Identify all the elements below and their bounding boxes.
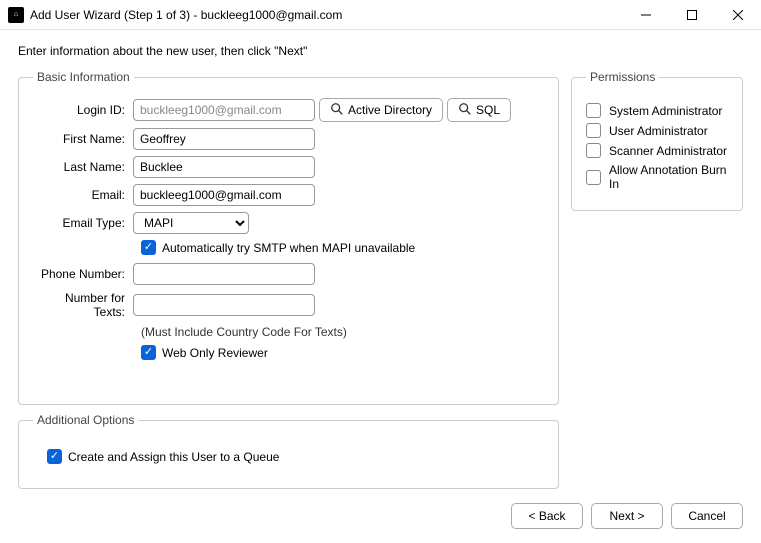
emailtype-select[interactable]: MAPI — [133, 212, 249, 234]
texts-hint: (Must Include Country Code For Texts) — [141, 325, 544, 339]
ad-button-label: Active Directory — [348, 103, 432, 117]
window-title: Add User Wizard (Step 1 of 3) - buckleeg… — [30, 8, 623, 22]
email-label: Email: — [33, 188, 133, 202]
perm-label: Scanner Administrator — [609, 144, 727, 158]
additional-legend: Additional Options — [33, 413, 138, 427]
firstname-label: First Name: — [33, 132, 133, 146]
emailtype-row: Email Type: MAPI — [33, 212, 544, 234]
minimize-button[interactable] — [623, 0, 669, 30]
lastname-input[interactable] — [133, 156, 315, 178]
perm-label: System Administrator — [609, 104, 722, 118]
footer-buttons: < Back Next > Cancel — [18, 489, 743, 529]
panels: Basic Information Login ID: Active Direc… — [18, 70, 743, 489]
close-button[interactable] — [715, 0, 761, 30]
permissions-legend: Permissions — [586, 70, 659, 84]
perm-row-useradmin[interactable]: User Administrator — [586, 123, 728, 138]
login-label: Login ID: — [33, 103, 133, 117]
texts-label: Number for Texts: — [33, 291, 133, 319]
texts-row: Number for Texts: — [33, 291, 544, 319]
smtp-check-label: Automatically try SMTP when MAPI unavail… — [162, 241, 415, 255]
permissions-group: Permissions System Administrator User Ad… — [571, 70, 743, 211]
perm-row-scanneradmin[interactable]: Scanner Administrator — [586, 143, 728, 158]
lastname-label: Last Name: — [33, 160, 133, 174]
instructions-text: Enter information about the new user, th… — [18, 44, 743, 58]
smtp-check-row[interactable]: ✓ Automatically try SMTP when MAPI unava… — [141, 240, 544, 255]
search-icon — [458, 102, 472, 119]
phone-input[interactable] — [133, 263, 315, 285]
firstname-input[interactable] — [133, 128, 315, 150]
left-column: Basic Information Login ID: Active Direc… — [18, 70, 559, 489]
phone-row: Phone Number: — [33, 263, 544, 285]
perm-check-sysadmin[interactable] — [586, 103, 601, 118]
cancel-button[interactable]: Cancel — [671, 503, 743, 529]
perm-row-annotationburn[interactable]: Allow Annotation Burn In — [586, 163, 728, 191]
next-button[interactable]: Next > — [591, 503, 663, 529]
perm-check-useradmin[interactable] — [586, 123, 601, 138]
email-row: Email: — [33, 184, 544, 206]
perm-label: Allow Annotation Burn In — [609, 163, 728, 191]
content-area: Enter information about the new user, th… — [0, 30, 761, 543]
webonly-check-row[interactable]: ✓ Web Only Reviewer — [141, 345, 544, 360]
basic-information-group: Basic Information Login ID: Active Direc… — [18, 70, 559, 405]
queue-check-label: Create and Assign this User to a Queue — [68, 450, 279, 464]
email-input[interactable] — [133, 184, 315, 206]
queue-checkbox[interactable]: ✓ — [47, 449, 62, 464]
lastname-row: Last Name: — [33, 156, 544, 178]
phone-label: Phone Number: — [33, 267, 133, 281]
texts-input[interactable] — [133, 294, 315, 316]
search-icon — [330, 102, 344, 119]
maximize-button[interactable] — [669, 0, 715, 30]
titlebar: ⌂ Add User Wizard (Step 1 of 3) - buckle… — [0, 0, 761, 30]
smtp-checkbox[interactable]: ✓ — [141, 240, 156, 255]
active-directory-button[interactable]: Active Directory — [319, 98, 443, 122]
back-button[interactable]: < Back — [511, 503, 583, 529]
sql-button[interactable]: SQL — [447, 98, 511, 122]
perm-check-scanneradmin[interactable] — [586, 143, 601, 158]
sql-button-label: SQL — [476, 103, 500, 117]
perm-check-annotationburn[interactable] — [586, 170, 601, 185]
firstname-row: First Name: — [33, 128, 544, 150]
webonly-check-label: Web Only Reviewer — [162, 346, 268, 360]
emailtype-label: Email Type: — [33, 216, 133, 230]
app-icon: ⌂ — [8, 7, 24, 23]
additional-options-group: Additional Options ✓ Create and Assign t… — [18, 413, 559, 489]
login-input — [133, 99, 315, 121]
webonly-checkbox[interactable]: ✓ — [141, 345, 156, 360]
queue-check-row[interactable]: ✓ Create and Assign this User to a Queue — [47, 449, 544, 464]
basic-info-legend: Basic Information — [33, 70, 134, 84]
login-row: Login ID: Active Directory SQL — [33, 98, 544, 122]
perm-label: User Administrator — [609, 124, 708, 138]
perm-row-sysadmin[interactable]: System Administrator — [586, 103, 728, 118]
